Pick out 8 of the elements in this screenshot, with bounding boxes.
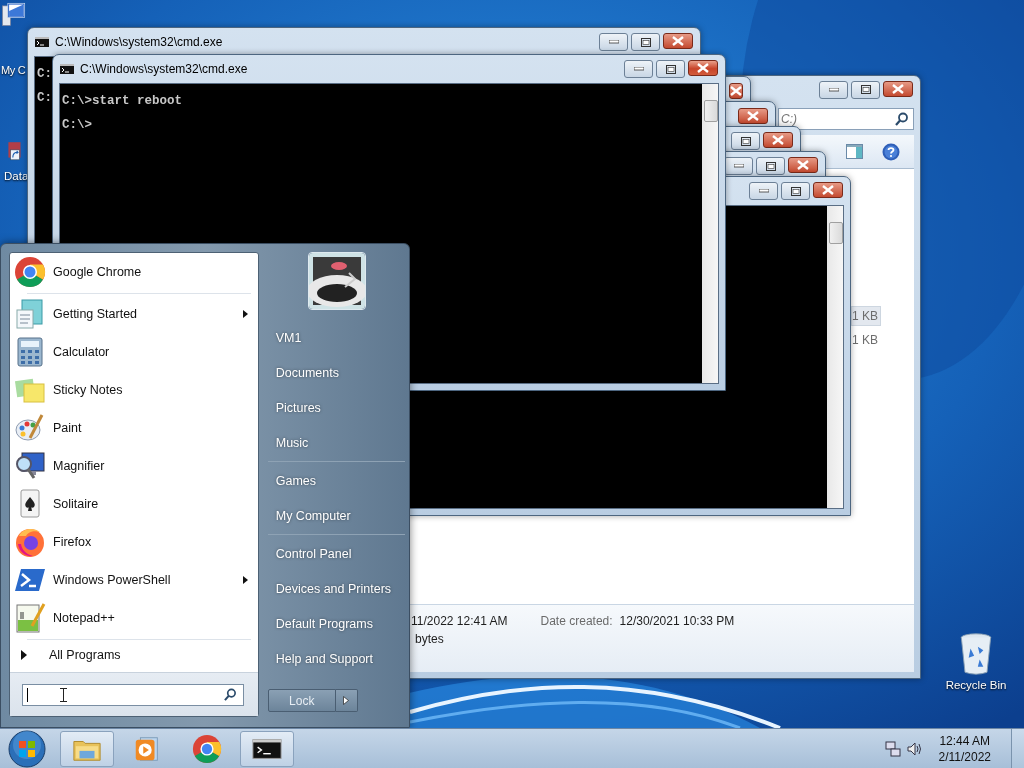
volume-icon[interactable] [906,740,923,757]
start-button[interactable] [8,729,46,768]
network-icon[interactable] [884,740,901,757]
clock[interactable]: 12:44 AM 2/11/2022 [938,733,991,764]
clock-date: 2/11/2022 [938,749,991,764]
chrome-icon [192,733,222,764]
clock-time: 12:44 AM [939,733,991,748]
taskbar-button[interactable] [240,730,294,767]
